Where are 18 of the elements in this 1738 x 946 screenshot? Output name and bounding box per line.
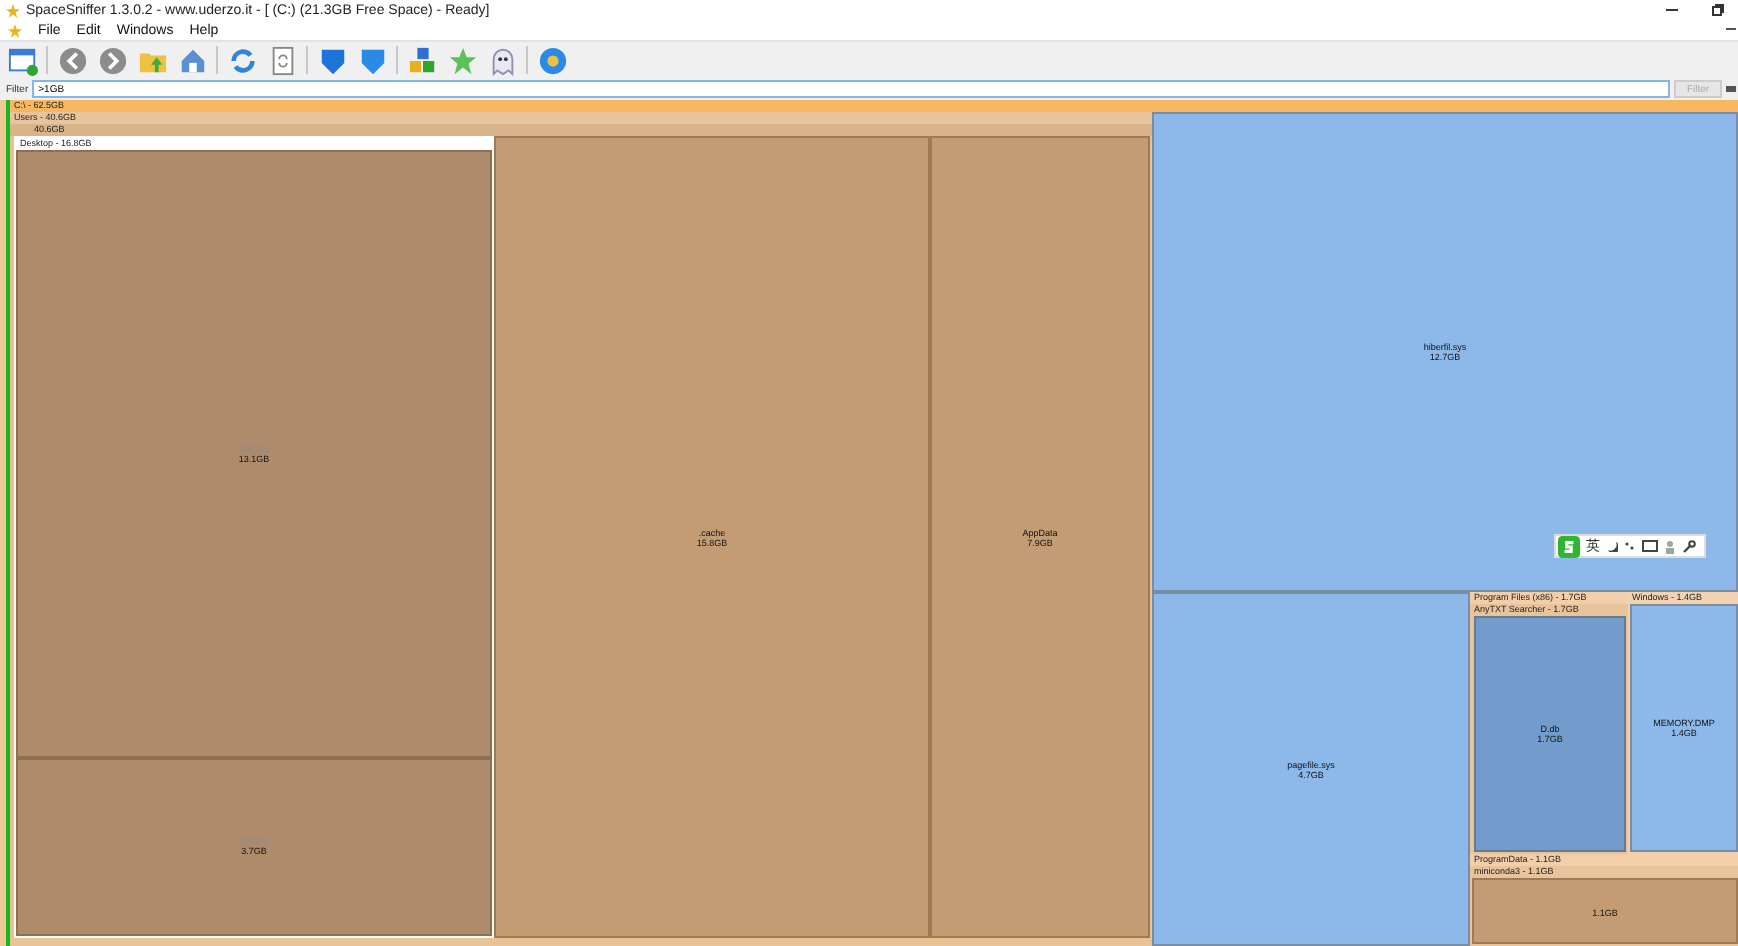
person-icon[interactable] — [1664, 539, 1676, 553]
keyboard-icon[interactable] — [1642, 540, 1658, 552]
forward-icon[interactable] — [94, 43, 130, 77]
minimize-icon — [1725, 28, 1735, 32]
punctuation-icon[interactable] — [1624, 540, 1636, 552]
ime-logo-icon[interactable] — [1558, 535, 1580, 557]
app-icon — [8, 23, 22, 37]
gear-icon[interactable] — [534, 43, 570, 77]
restore-icon — [1712, 4, 1724, 16]
new-window-icon[interactable] — [4, 43, 40, 77]
app-icon — [6, 3, 20, 17]
toolbar-icon[interactable] — [1726, 84, 1736, 94]
wrench-icon[interactable] — [1682, 539, 1696, 553]
moon-icon[interactable] — [1606, 540, 1618, 552]
minimize-icon — [1666, 8, 1678, 12]
star-icon[interactable] — [444, 43, 480, 77]
back-icon[interactable] — [54, 43, 90, 77]
blocks-icon[interactable] — [404, 43, 440, 77]
